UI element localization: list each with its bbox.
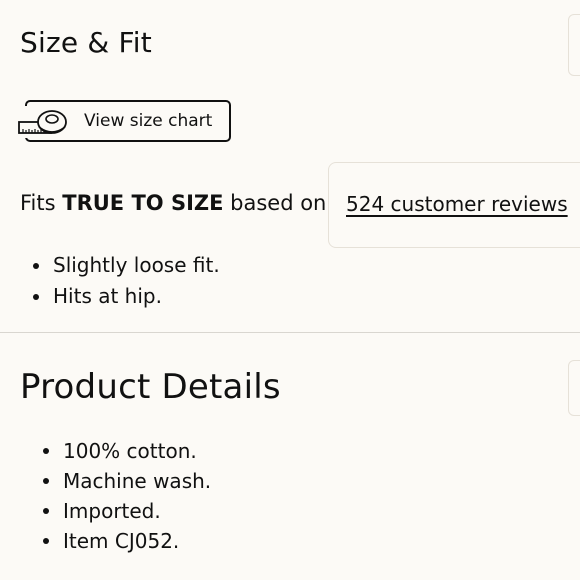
fit-value: TRUE TO SIZE [62,191,224,215]
size-fit-accordion-toggle[interactable] [568,14,580,76]
product-details-accordion-toggle[interactable] [568,360,580,416]
fit-notes-list: Slightly loose fit. Hits at hip. [33,250,220,312]
size-fit-title: Size & Fit [20,26,152,59]
product-details-list: 100% cotton. Machine wash. Imported. Ite… [42,436,211,556]
section-divider [0,332,580,333]
view-size-chart-button[interactable]: View size chart [18,100,231,142]
measuring-tape-icon [18,106,70,138]
product-details-title: Product Details [20,367,281,407]
product-detail-item: 100% cotton. [42,436,211,466]
fit-note: Hits at hip. [33,281,220,312]
view-size-chart-label: View size chart [84,111,213,131]
product-detail-item: Imported. [42,496,211,526]
product-detail-item: Item CJ052. [42,526,211,556]
product-detail-item: Machine wash. [42,466,211,496]
fit-summary: Fits TRUE TO SIZE based on [20,189,326,217]
fit-note: Slightly loose fit. [33,250,220,281]
customer-reviews-link[interactable]: 524 customer reviews [346,190,568,218]
fit-prefix: Fits [20,191,56,215]
fit-suffix: based on [230,191,327,215]
product-info-page: Size & Fit View size chart Fits TRUE TO … [0,0,580,580]
